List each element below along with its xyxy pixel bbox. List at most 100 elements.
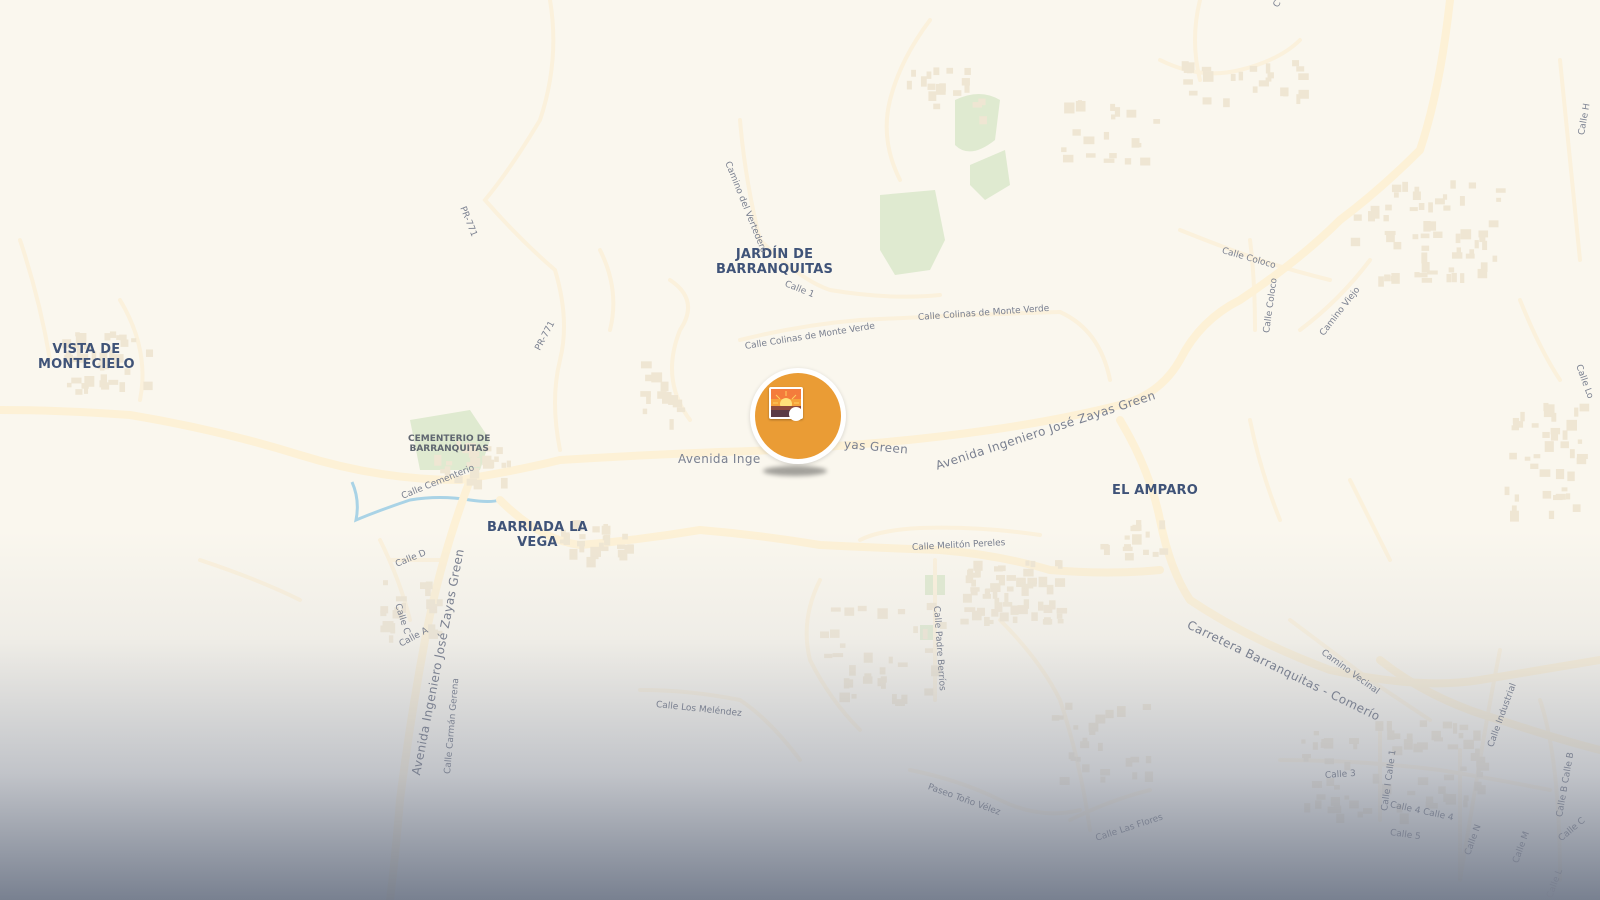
building <box>642 408 648 415</box>
building <box>832 653 844 658</box>
building <box>640 361 652 369</box>
building <box>390 623 396 634</box>
building <box>1350 237 1361 247</box>
building <box>1371 209 1380 219</box>
building <box>1023 568 1034 577</box>
building <box>1370 205 1380 211</box>
building <box>1421 277 1433 283</box>
building <box>857 605 867 612</box>
building <box>849 665 856 676</box>
place-label-vista-de-montecielo: VISTA DE MONTECIELO <box>38 342 135 372</box>
building <box>979 116 987 125</box>
building <box>1416 742 1428 750</box>
building <box>1463 739 1474 750</box>
building <box>1258 80 1269 87</box>
photo-cluster-marker[interactable] <box>750 368 850 480</box>
building <box>1073 725 1079 730</box>
building <box>1105 709 1114 719</box>
building <box>1012 616 1018 624</box>
building <box>1202 71 1214 82</box>
building <box>933 67 940 76</box>
building <box>1447 744 1459 750</box>
building <box>1109 153 1117 159</box>
building <box>1477 785 1486 795</box>
building <box>1433 737 1443 742</box>
building <box>1504 486 1510 496</box>
building <box>1202 97 1212 105</box>
building <box>1132 772 1138 780</box>
building <box>1320 742 1326 748</box>
building <box>1283 92 1288 97</box>
building <box>1132 534 1142 545</box>
building <box>1336 813 1345 824</box>
building <box>1531 423 1539 428</box>
map-view[interactable]: VISTA DE MONTECIELO JARDÍN DE BARRANQUIT… <box>0 0 1600 900</box>
building <box>961 78 970 86</box>
building <box>1414 272 1420 278</box>
building <box>1124 158 1132 165</box>
building <box>928 91 937 101</box>
building <box>646 394 651 405</box>
building <box>1223 98 1230 108</box>
building <box>1566 419 1577 431</box>
building <box>1349 738 1359 744</box>
building <box>1004 592 1009 603</box>
building <box>922 628 928 640</box>
building <box>1387 730 1395 740</box>
building <box>1475 748 1480 754</box>
building <box>906 80 912 90</box>
building <box>1463 795 1469 802</box>
building <box>71 377 82 384</box>
building <box>1463 800 1468 808</box>
building <box>897 608 906 615</box>
building <box>880 676 887 683</box>
building <box>1133 142 1142 148</box>
building <box>1433 231 1443 239</box>
building <box>1027 577 1037 585</box>
building <box>1188 90 1198 96</box>
building <box>601 546 609 552</box>
building <box>1567 471 1575 482</box>
building <box>1421 252 1428 264</box>
building <box>1468 182 1477 189</box>
building <box>946 67 954 74</box>
building <box>1533 454 1541 459</box>
building <box>1569 449 1575 459</box>
building <box>1423 220 1431 232</box>
building <box>1509 510 1519 522</box>
building <box>1455 233 1461 244</box>
building <box>1017 605 1028 615</box>
building <box>879 667 886 675</box>
building <box>1097 742 1103 752</box>
building <box>978 98 986 106</box>
building <box>1056 613 1063 619</box>
building <box>1059 776 1070 785</box>
building <box>1006 586 1014 592</box>
building <box>877 608 888 619</box>
building <box>1402 181 1409 192</box>
building <box>1542 490 1552 499</box>
building <box>1230 73 1236 81</box>
building <box>1298 73 1309 80</box>
building <box>75 332 80 337</box>
building <box>970 587 980 592</box>
building <box>1111 114 1116 120</box>
building <box>1560 441 1569 449</box>
building <box>100 374 107 385</box>
building <box>1142 704 1152 710</box>
building <box>984 616 990 626</box>
building <box>993 566 1003 572</box>
building <box>1478 230 1489 238</box>
building <box>1414 186 1420 198</box>
building <box>851 693 857 699</box>
building <box>104 333 111 341</box>
building <box>973 560 983 571</box>
building <box>1061 147 1067 153</box>
building <box>1492 255 1498 262</box>
building <box>651 372 663 383</box>
building <box>1372 773 1380 784</box>
building <box>1140 157 1151 166</box>
building <box>1460 229 1472 240</box>
building <box>657 391 667 399</box>
building <box>1452 723 1458 734</box>
